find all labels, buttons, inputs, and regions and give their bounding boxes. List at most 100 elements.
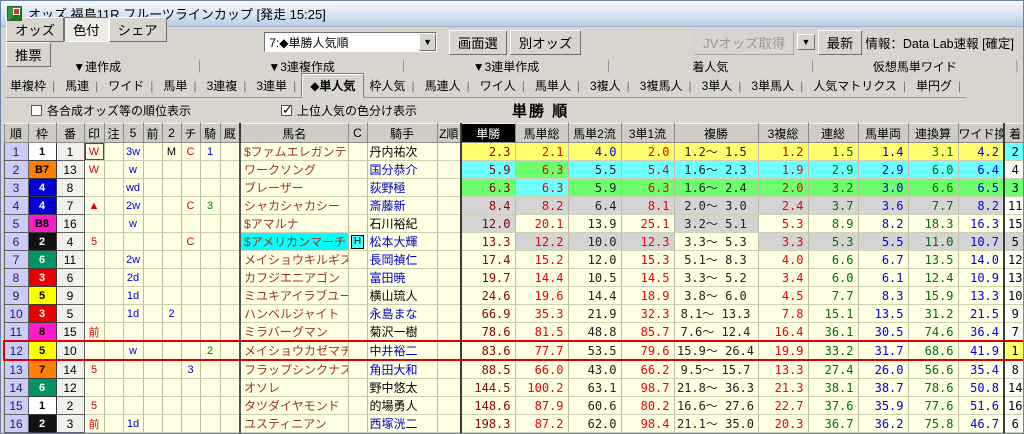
odds-cell-t1[interactable]: 32.3	[621, 304, 675, 323]
odds-cell-wk[interactable]: 36.4	[958, 322, 1005, 342]
horse-name-cell[interactable]: ブレーザー	[239, 178, 349, 197]
odds-cell-tan[interactable]: 24.6	[460, 286, 516, 305]
menu-item[interactable]: 着人気	[614, 58, 806, 75]
mark-cell-c2[interactable]	[162, 160, 182, 179]
mark-cell-ki[interactable]: 1	[200, 142, 221, 161]
odds-cell-tan[interactable]: 12.0	[460, 214, 516, 233]
mark-cell-mae[interactable]	[143, 286, 163, 305]
mark-cell-mae[interactable]	[143, 378, 163, 397]
bracket-number-cell[interactable]: 8	[27, 322, 57, 342]
mark-cell-chi[interactable]	[181, 378, 201, 397]
mark-cell-ki[interactable]	[200, 178, 221, 197]
odds-cell-rk[interactable]: 18.3	[908, 214, 959, 233]
popularity-rank-cell[interactable]: 10	[3, 304, 29, 323]
tab-馬単[interactable]: 馬単 |	[158, 75, 202, 98]
popularity-rank-cell[interactable]: 5	[3, 214, 29, 233]
horse-number-cell[interactable]: 4	[55, 232, 85, 251]
odds-cell-chaku[interactable]: 15	[1003, 214, 1023, 233]
odds-cell-chaku[interactable]: 11	[1003, 196, 1023, 215]
odds-cell-f3[interactable]: 16.4	[758, 322, 809, 342]
mark-cell-ki[interactable]	[200, 322, 221, 342]
mark-cell-chi[interactable]: C	[181, 142, 201, 161]
tab-枠人気[interactable]: 枠人気 |	[364, 75, 420, 98]
tab-3複馬人[interactable]: 3複馬人 |	[634, 75, 697, 98]
popularity-rank-cell[interactable]: 4	[3, 196, 29, 215]
odds-cell-tan[interactable]: 19.7	[460, 268, 516, 287]
checkbox-icon[interactable]	[281, 102, 293, 118]
mark-cell-mae[interactable]	[143, 178, 163, 197]
horse-name-cell[interactable]: ハンベルジャイト	[239, 304, 349, 323]
mark-cell-chi[interactable]: C	[181, 232, 201, 251]
odds-cell-u2[interactable]: 62.0	[568, 414, 622, 433]
odds-cell-ur[interactable]: 13.5	[858, 304, 909, 323]
odds-cell-tan[interactable]: 6.3	[460, 178, 516, 197]
odds-cell-t1[interactable]: 85.7	[621, 322, 675, 342]
odds-cell-fuku[interactable]: 3.8～ 6.0	[674, 286, 759, 305]
bracket-number-cell[interactable]: 1	[27, 396, 57, 415]
mark-cell-c5[interactable]: 2w	[123, 196, 144, 215]
column-header-t1[interactable]: 3単1流	[620, 123, 675, 143]
odds-cell-f3[interactable]: 21.3	[758, 378, 809, 397]
odds-cell-u2[interactable]: 21.9	[568, 304, 622, 323]
menu-item[interactable]: 仮想馬単ワイド	[819, 58, 1011, 75]
mark-cell-mae[interactable]	[143, 360, 163, 379]
horse-number-cell[interactable]: 7	[55, 196, 85, 215]
bracket-number-cell[interactable]: 6	[27, 250, 57, 269]
odds-cell-ur[interactable]: 38.7	[858, 378, 909, 397]
odds-cell-rt[interactable]: 8.9	[808, 214, 859, 233]
c-mark-cell[interactable]	[348, 414, 368, 433]
mark-cell-kyu[interactable]	[220, 340, 241, 361]
odds-cell-tan[interactable]: 5.9	[460, 160, 516, 179]
odds-cell-rk[interactable]: 12.4	[908, 268, 959, 287]
z-order-cell[interactable]	[437, 142, 462, 161]
odds-cell-u2[interactable]: 4.0	[568, 142, 622, 161]
jockey-name-cell[interactable]: 横山琉人	[367, 286, 438, 305]
column-header-ur[interactable]: 馬単両	[857, 123, 909, 143]
odds-cell-f3[interactable]: 2.4	[758, 196, 809, 215]
odds-cell-t1[interactable]: 66.2	[621, 360, 675, 379]
odds-cell-ur[interactable]: 1.4	[858, 142, 909, 161]
mark-cell-in[interactable]: W	[84, 160, 105, 179]
odds-cell-tan[interactable]: 13.3	[460, 232, 516, 251]
odds-cell-t1[interactable]: 79.6	[621, 340, 675, 361]
jockey-name-cell[interactable]: 西塚洸二	[367, 414, 438, 433]
odds-cell-wk[interactable]: 35.4	[958, 360, 1005, 379]
c-mark-cell[interactable]	[348, 142, 368, 161]
column-header-chu[interactable]: 注	[103, 123, 124, 143]
odds-cell-f3[interactable]: 3.3	[758, 232, 809, 251]
column-header-fuku[interactable]: 複勝	[673, 123, 759, 143]
jockey-name-cell[interactable]: 丹内祐次	[367, 142, 438, 161]
odds-cell-chaku[interactable]: 10	[1003, 286, 1023, 305]
bracket-number-cell[interactable]: B8	[27, 214, 57, 233]
mark-cell-chi[interactable]	[181, 414, 201, 433]
odds-cell-t1[interactable]: 25.1	[621, 214, 675, 233]
menu-item[interactable]: ▼連作成	[1, 58, 193, 75]
column-header-chaku[interactable]: 着	[1003, 123, 1023, 143]
odds-cell-f3[interactable]: 1.9	[758, 160, 809, 179]
odds-cell-u2[interactable]: 13.9	[568, 214, 622, 233]
bracket-number-cell[interactable]: 2	[27, 232, 57, 251]
odds-cell-t1[interactable]: 15.3	[621, 250, 675, 269]
column-header-kyu[interactable]: 厩	[219, 123, 241, 143]
mark-cell-kyu[interactable]	[220, 268, 241, 287]
column-header-c5[interactable]: 5	[122, 123, 144, 143]
mark-cell-kyu[interactable]	[220, 196, 241, 215]
tab-3連単[interactable]: 3連単 |	[251, 75, 302, 98]
popularity-rank-cell[interactable]: 3	[3, 178, 29, 197]
odds-cell-ur[interactable]: 30.5	[858, 322, 909, 342]
odds-cell-rt[interactable]: 6.6	[808, 250, 859, 269]
odds-cell-fuku[interactable]: 8.1～ 13.3	[674, 304, 759, 323]
odds-cell-f3[interactable]: 4.5	[758, 286, 809, 305]
mark-cell-mae[interactable]	[143, 160, 163, 179]
horse-row-13[interactable]: 2 B7 13 Ww ワークソング 国分恭介 5.9 6.3 5.5 5.4 1.6～ 2.3 1.9…	[3, 160, 1023, 179]
tab-3複人[interactable]: 3複人 |	[584, 75, 635, 98]
mark-cell-c2[interactable]	[162, 340, 182, 361]
horse-name-cell[interactable]: オソレ	[239, 378, 349, 397]
odds-cell-wk[interactable]: 13.3	[958, 286, 1005, 305]
odds-cell-ur[interactable]: 2.9	[858, 160, 909, 179]
odds-cell-f3[interactable]: 7.8	[758, 304, 809, 323]
mark-cell-c5[interactable]	[123, 232, 144, 251]
odds-cell-rk[interactable]: 6.6	[908, 178, 959, 197]
horse-name-cell[interactable]: ワークソング	[239, 160, 349, 179]
odds-cell-rt[interactable]: 37.6	[808, 396, 859, 415]
